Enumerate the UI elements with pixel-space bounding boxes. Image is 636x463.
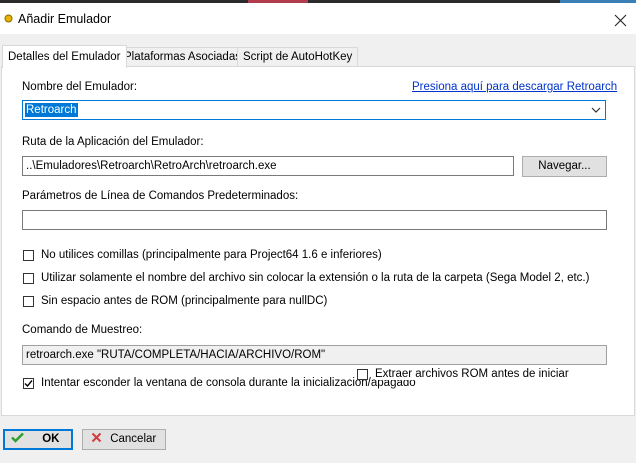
extract-roms-checkbox[interactable] (357, 369, 368, 380)
title-bar: Añadir Emulador (0, 3, 636, 34)
close-icon (614, 14, 627, 27)
sample-command-label: Comando de Muestreo: (22, 324, 143, 336)
params-input[interactable] (22, 210, 607, 230)
cancel-label: Cancelar (110, 433, 157, 445)
no-space-rom-label: Sin espacio antes de ROM (principalmente… (41, 295, 328, 307)
tab-plataformas-asociadas[interactable]: Plataformas Asociadas (118, 47, 247, 67)
ok-button[interactable]: OK (3, 429, 73, 450)
close-button[interactable] (609, 9, 633, 33)
sample-command-field: retroarch.exe "RUTA/COMPLETA/HACIA/ARCHI… (22, 345, 607, 365)
green-check-icon (11, 432, 24, 443)
cancel-button[interactable]: Cancelar (82, 429, 166, 450)
params-label: Parámetros de Línea de Comandos Predeter… (22, 190, 299, 202)
extract-roms-label: Extraer archivos ROM antes de iniciar (375, 368, 572, 380)
chevron-down-icon[interactable] (591, 105, 601, 115)
browse-button[interactable]: Navegar... (522, 156, 607, 177)
window-title: Añadir Emulador (18, 12, 112, 26)
filename-only-checkbox[interactable] (23, 273, 34, 284)
app-path-input[interactable]: ..\Emuladores\Retroarch\RetroArch\retroa… (22, 156, 514, 176)
tab-script-autohotkey[interactable]: Script de AutoHotKey (237, 47, 359, 67)
no-quotes-checkbox[interactable] (23, 250, 34, 261)
app-icon (4, 14, 13, 23)
tab-detalles-emulador[interactable]: Detalles del Emulador (2, 45, 127, 68)
emulator-name-value: Retroarch (25, 103, 78, 117)
download-retroarch-link[interactable]: Presiona aquí para descargar Retroarch (412, 81, 617, 93)
no-quotes-label: No utilices comillas (principalmente par… (41, 249, 382, 261)
no-space-rom-checkbox[interactable] (23, 296, 34, 307)
emulator-name-combobox[interactable]: Retroarch (22, 100, 606, 120)
hide-console-checkbox[interactable] (23, 378, 34, 389)
filename-only-label: Utilizar solamente el nombre del archivo… (41, 272, 590, 284)
checkmark-icon (24, 380, 33, 388)
app-path-label: Ruta de la Aplicación del Emulador: (22, 136, 204, 148)
ok-label: OK (42, 433, 60, 445)
red-x-icon (91, 432, 102, 443)
emulator-name-label: Nombre del Emulador: (22, 81, 138, 93)
